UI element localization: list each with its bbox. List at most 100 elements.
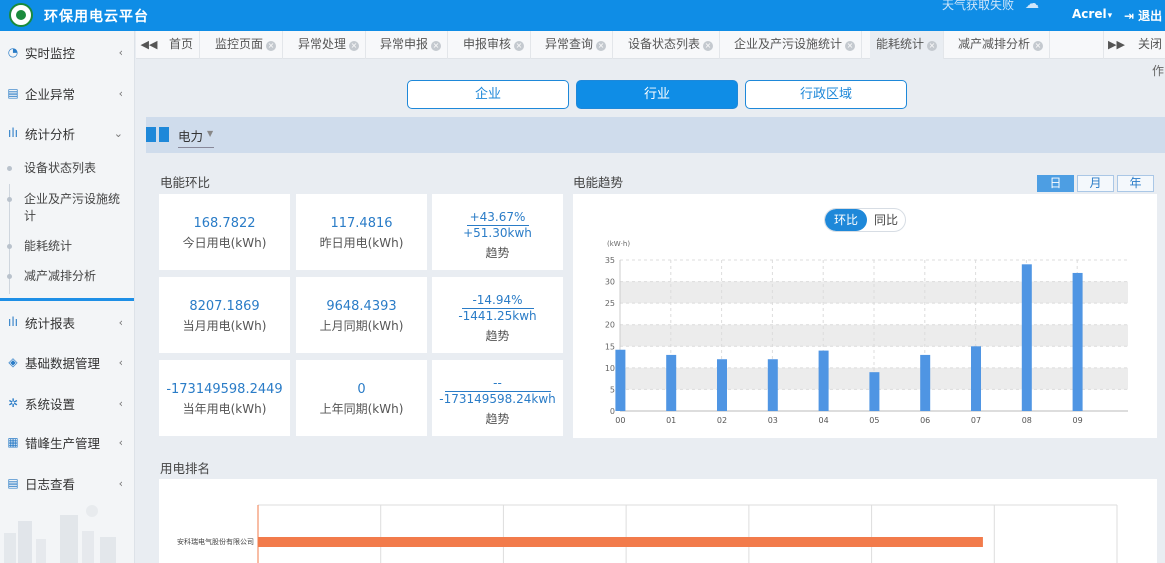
close-icon[interactable]: × [514, 41, 525, 51]
tab-scroll-left-icon[interactable]: ◀◀ [136, 31, 162, 59]
chart-bar [615, 349, 626, 411]
tab-exception-query[interactable]: 异常查询 × [539, 31, 614, 59]
chevron-down-icon: ▾ [1107, 11, 1113, 21]
sidebar-item-peak-shift[interactable]: ▦ 错峰生产管理 ‹ [0, 422, 134, 462]
close-icon[interactable]: × [431, 41, 442, 51]
y-tick-label: 0 [610, 407, 615, 416]
stat-value: 9648.4393 [326, 299, 397, 314]
close-icon[interactable]: × [845, 41, 856, 51]
tab-device-status-list[interactable]: 设备状态列表 × [622, 31, 721, 59]
filter-bar: 电力 ▼ [146, 117, 1165, 153]
logout-button[interactable]: ⇥ 退出 [1124, 7, 1162, 24]
close-icon[interactable]: × [927, 41, 938, 51]
tab-reduction-analysis[interactable]: 减产减排分析 × [952, 31, 1051, 59]
chevron-left-icon: ‹ [118, 476, 123, 490]
x-tick-label: 06 [920, 416, 930, 425]
sidebar-item-label: 企业异常 [25, 86, 76, 102]
close-icon[interactable]: × [703, 41, 714, 51]
ranking-bar-chart: 安科瑞电气股份有限公司 [177, 504, 1118, 563]
submenu-energy-stats[interactable]: 能耗统计 [24, 238, 129, 255]
tab-enterprise-facility-stats[interactable]: 企业及产污设施统计 × [728, 31, 863, 59]
filter-marker [146, 127, 156, 142]
logo-icon [9, 3, 33, 27]
tab-home[interactable]: 首页 [163, 31, 201, 59]
sidebar-item-basic-data[interactable]: ◈ 基础数据管理 ‹ [0, 342, 134, 382]
submenu-reduction-analysis[interactable]: 减产减排分析 [24, 268, 129, 285]
close-icon[interactable]: × [349, 41, 360, 51]
chart-bar [1021, 264, 1032, 411]
stat-label: 上年同期(kWh) [319, 402, 404, 416]
stat-value: 117.4816 [330, 216, 393, 231]
user-name: Acrel [1072, 7, 1107, 21]
chart-bar [818, 350, 829, 411]
period-day-button[interactable]: 日 [1037, 175, 1074, 192]
sidebar-item-label: 日志查看 [25, 476, 76, 492]
chevron-left-icon: ‹ [118, 355, 123, 369]
calendar-icon: ▦ [7, 435, 19, 449]
trend-chart-panel: 环比 同比 0 5 10 15 20 25 30 35 (kW·h) 00 01 02 03 04 05 06… [573, 194, 1157, 438]
period-year-button[interactable]: 年 [1117, 175, 1154, 192]
chevron-left-icon: ‹ [118, 45, 123, 59]
period-month-button[interactable]: 月 [1077, 175, 1114, 192]
stat-card-last-month: 9648.4393 上月同期(kWh) [296, 277, 427, 353]
sidebar-item-label: 基础数据管理 [25, 355, 101, 371]
x-tick-label: 02 [717, 416, 727, 425]
submenu-dot [7, 197, 12, 202]
tab-label: 监控页面 [215, 37, 264, 51]
sidebar-item-label: 统计分析 [25, 126, 76, 142]
sidebar-item-system-settings[interactable]: ✲ 系统设置 ‹ [0, 383, 134, 423]
stat-card-yesterday: 117.4816 昨日用电(kWh) [296, 194, 427, 270]
stat-card-year: -173149598.2449 当年用电(kWh) [159, 360, 290, 436]
tab-label: 减产减排分析 [958, 37, 1031, 51]
tab-energy-stats[interactable]: 能耗统计 × [870, 31, 945, 59]
stat-label: 上月同期(kWh) [319, 319, 404, 333]
trend-diff: -173149598.24kwh [439, 392, 556, 406]
y-tick-label: 20 [605, 321, 615, 330]
tab-scroll-right-icon[interactable]: ▶▶ [1103, 31, 1129, 59]
close-icon[interactable]: × [1033, 41, 1044, 51]
bar-chart-icon: ılı [7, 126, 18, 140]
close-icon[interactable]: × [596, 41, 607, 51]
scope-enterprise-button[interactable]: 企业 [407, 80, 569, 109]
sidebar-divider [0, 298, 134, 301]
sidebar-item-enterprise-exception[interactable]: ▤ 企业异常 ‹ [0, 73, 134, 113]
sidebar: ◔ 实时监控 ‹ ▤ 企业异常 ‹ ılı 统计分析 ⌄ 设备状态列表 企业及产污设施统计 … [0, 31, 135, 563]
close-icon[interactable]: × [266, 41, 277, 51]
y-tick-label: 25 [605, 299, 615, 308]
tab-label: 首页 [169, 37, 194, 51]
x-tick-label: 04 [819, 416, 829, 425]
tab-bar: ◀◀ 首页 监控页面 × 异常处理 × 异常申报 × 申报审核 × 异常查询 × 设备状态… [136, 31, 1165, 59]
monitor-icon: ◔ [7, 45, 19, 59]
sidebar-item-statistics-analysis[interactable]: ılı 统计分析 ⌄ [0, 113, 134, 153]
trend-bar-chart: 05101520253035(kW·h)00 01 02 03 04 05 06 07 08 09 [605, 240, 1128, 425]
sidebar-item-statistics-report[interactable]: ılı 统计报表 ‹ [0, 302, 134, 342]
user-menu[interactable]: Acrel▾ [1072, 7, 1112, 21]
chart-bar [971, 346, 981, 411]
city-skyline-decoration [4, 505, 116, 563]
chevron-left-icon: ‹ [118, 86, 123, 100]
tab-label: 申报审核 [463, 37, 512, 51]
tab-label: 企业及产污设施统计 [734, 37, 843, 51]
chart-bar [869, 372, 880, 411]
tab-monitor-page[interactable]: 监控页面 × [209, 31, 284, 59]
sidebar-item-realtime-monitor[interactable]: ◔ 实时监控 ‹ [0, 32, 134, 72]
stat-card-year-trend: -- -173149598.24kwh 趋势 [432, 360, 563, 436]
tab-exception-report[interactable]: 异常申报 × [374, 31, 449, 59]
operation-label: 作 [1152, 64, 1165, 78]
stat-card-month: 8207.1869 当月用电(kWh) [159, 277, 290, 353]
x-tick-label: 00 [615, 416, 625, 425]
chart-bar [767, 359, 778, 411]
tab-report-review[interactable]: 申报审核 × [457, 31, 532, 59]
submenu-device-status-list[interactable]: 设备状态列表 [24, 160, 129, 177]
filter-marker [159, 127, 169, 142]
chart-bar [717, 359, 727, 411]
tab-label: 异常查询 [545, 37, 594, 51]
tab-label: 设备状态列表 [628, 37, 701, 51]
tab-exception-handling[interactable]: 异常处理 × [292, 31, 367, 59]
scope-industry-button[interactable]: 行业 [576, 80, 738, 109]
ratio-section-title: 电能环比 [160, 175, 211, 190]
scope-region-button[interactable]: 行政区域 [745, 80, 907, 109]
trend-percent: -- [493, 376, 502, 390]
close-tabs-button[interactable]: 关闭 [1130, 31, 1165, 59]
submenu-enterprise-facility-stats[interactable]: 企业及产污设施统计 [24, 191, 129, 225]
